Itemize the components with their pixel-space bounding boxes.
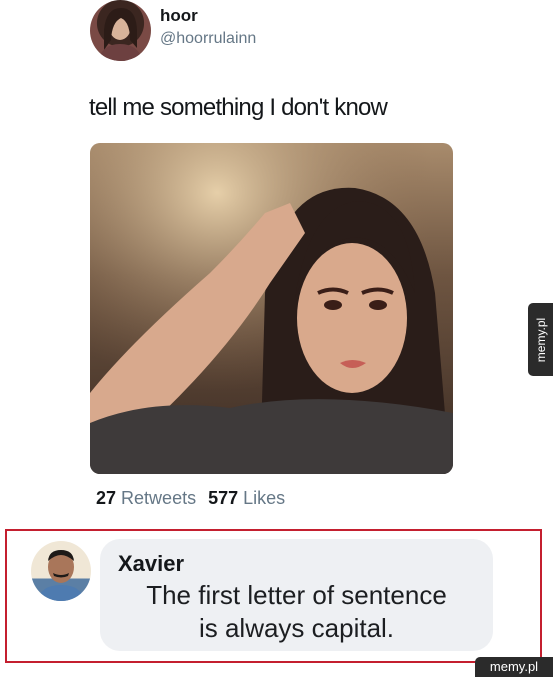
tweet-text: tell me something I don't know [89, 94, 388, 121]
portrait-photo-icon [90, 143, 453, 474]
reply-text-line: is always capital. [198, 613, 395, 643]
reply-highlight-box: Xavier The first letter of sentence is a… [5, 529, 542, 663]
person-avatar-icon [37, 550, 85, 601]
likes-label: Likes [243, 488, 286, 508]
author-display-name[interactable]: hoor [160, 6, 198, 26]
reply-text-line: The first letter of sentence [146, 580, 447, 610]
author-handle[interactable]: @hoorrulainn [160, 30, 256, 48]
retweets-label: Retweets [121, 488, 197, 508]
person-avatar-icon [98, 8, 143, 61]
reply-bubble: Xavier The first letter of sentence is a… [100, 539, 493, 651]
retweets-count: 27 [96, 488, 117, 508]
site-side-badge[interactable]: memy.pl [528, 303, 553, 376]
retweets-stat[interactable]: 27 Retweets [96, 488, 196, 508]
tweet-photo[interactable] [90, 143, 453, 474]
tweet-stats: 27 Retweets 577 Likes [96, 488, 285, 509]
reply-avatar[interactable] [31, 541, 91, 601]
likes-stat[interactable]: 577 Likes [208, 488, 285, 508]
author-avatar[interactable] [90, 0, 151, 61]
side-badge-label: memy.pl [533, 317, 548, 362]
site-watermark[interactable]: memy.pl [475, 657, 553, 677]
likes-count: 577 [208, 488, 239, 508]
reply-text: The first letter of sentence is always c… [100, 579, 493, 645]
tweet-header: hoor @hoorrulainn [90, 0, 350, 62]
reply-author-name[interactable]: Xavier [118, 551, 184, 577]
